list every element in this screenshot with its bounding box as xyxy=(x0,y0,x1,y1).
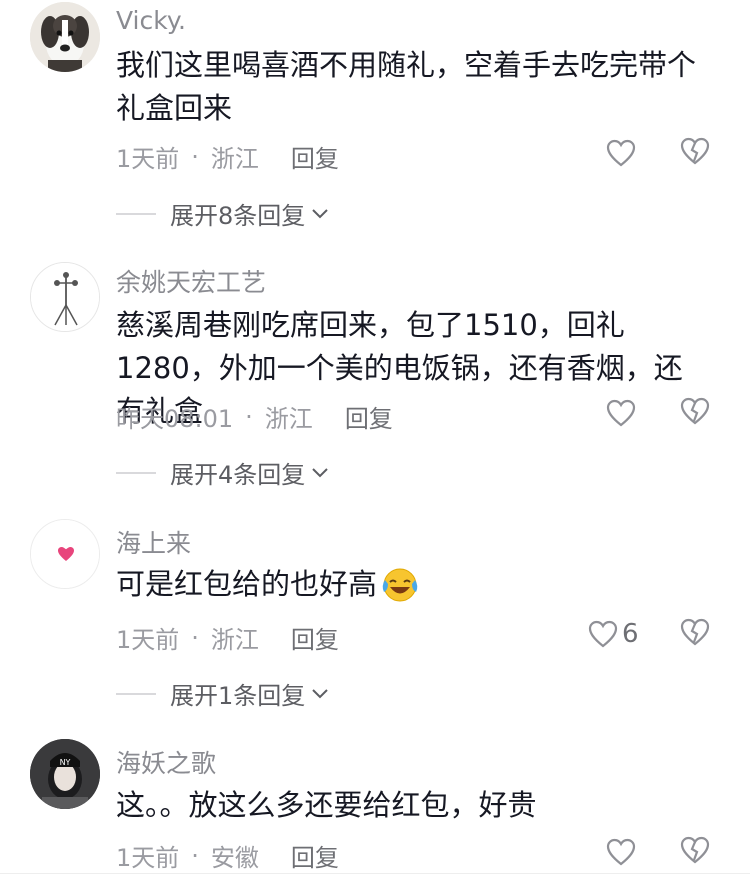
separator-dot: · xyxy=(245,402,253,431)
comment-time: 1天前 xyxy=(116,844,180,872)
expand-replies-label: 展开1条回复 xyxy=(170,682,306,710)
broken-heart-icon xyxy=(680,397,710,425)
comment-username[interactable]: Vicky. xyxy=(116,6,186,35)
like-button[interactable]: 6 xyxy=(588,618,658,650)
like-button[interactable] xyxy=(606,836,640,868)
expand-divider xyxy=(116,692,156,695)
separator-dot: · xyxy=(191,841,199,870)
broken-heart-icon xyxy=(680,618,710,646)
comment-location: 浙江 xyxy=(264,405,313,433)
avatar[interactable]: NY xyxy=(30,739,100,809)
heart-outline-icon xyxy=(606,399,636,427)
comment-meta: 1天前 · 安徽 回复 xyxy=(116,838,339,873)
comment-meta: 1天前 · 浙江 回复 xyxy=(116,620,339,655)
comment-meta: 昨天08:01 · 浙江 回复 xyxy=(116,399,393,434)
dog-avatar-icon xyxy=(30,2,100,72)
expand-divider xyxy=(116,471,156,474)
chevron-down-icon xyxy=(312,688,328,698)
heart-outline-icon xyxy=(606,139,636,167)
reply-button[interactable]: 回复 xyxy=(291,838,339,873)
comment-text-content: 可是红包给的也好高 xyxy=(116,567,378,601)
like-count: 6 xyxy=(622,619,639,649)
avatar[interactable] xyxy=(30,519,100,589)
comment-time: 昨天08:01 xyxy=(116,405,234,433)
separator-dot: · xyxy=(191,142,199,171)
expand-replies-button[interactable]: 展开4条回复 xyxy=(116,455,329,490)
girl-avatar-icon: NY xyxy=(30,739,100,809)
dislike-button[interactable] xyxy=(680,836,712,868)
reply-button[interactable]: 回复 xyxy=(345,399,393,434)
broken-heart-icon xyxy=(680,137,710,165)
separator-dot: · xyxy=(191,623,199,652)
comment-username[interactable]: 余姚天宏工艺 xyxy=(116,263,266,299)
reply-button[interactable]: 回复 xyxy=(291,620,339,655)
comment-location: 安徽 xyxy=(210,844,259,872)
comment-text: 我们这里喝喜酒不用随礼，空着手去吃完带个礼盒回来 xyxy=(116,48,697,125)
comment-meta: 1天前 · 浙江 回复 xyxy=(116,139,339,174)
chevron-down-icon xyxy=(312,208,328,218)
comment-text: 可是红包给的也好高 xyxy=(116,563,716,606)
avatar[interactable] xyxy=(30,262,100,332)
chevron-down-icon xyxy=(312,467,328,477)
bottom-divider xyxy=(0,873,750,874)
comment-time: 1天前 xyxy=(116,145,180,173)
reply-button[interactable]: 回复 xyxy=(291,139,339,174)
like-button[interactable] xyxy=(606,397,640,429)
broken-heart-icon xyxy=(680,836,710,864)
dislike-button[interactable] xyxy=(680,397,712,429)
expand-replies-button[interactable]: 展开8条回复 xyxy=(116,196,329,231)
tripod-lamp-avatar-icon xyxy=(31,263,99,331)
heart-avatar-icon xyxy=(31,520,99,588)
dislike-button[interactable] xyxy=(680,618,712,650)
comment-time: 1天前 xyxy=(116,626,180,654)
comment-location: 浙江 xyxy=(210,626,259,654)
expand-replies-label: 展开8条回复 xyxy=(170,202,306,230)
comment-location: 浙江 xyxy=(210,145,259,173)
heart-outline-icon xyxy=(588,620,618,648)
comment-text: 这。。放这么多还要给红包，好贵 xyxy=(116,788,537,822)
like-button[interactable] xyxy=(606,137,640,169)
expand-replies-button[interactable]: 展开1条回复 xyxy=(116,676,329,711)
svg-text:NY: NY xyxy=(60,758,71,767)
avatar[interactable] xyxy=(30,2,100,72)
comment-username[interactable]: 海妖之歌 xyxy=(116,744,216,780)
expand-replies-label: 展开4条回复 xyxy=(170,461,306,489)
heart-outline-icon xyxy=(606,838,636,866)
comment-username[interactable]: 海上来 xyxy=(116,524,191,560)
expand-divider xyxy=(116,212,156,215)
dislike-button[interactable] xyxy=(680,137,712,169)
laugh-cry-emoji-icon xyxy=(382,568,418,601)
